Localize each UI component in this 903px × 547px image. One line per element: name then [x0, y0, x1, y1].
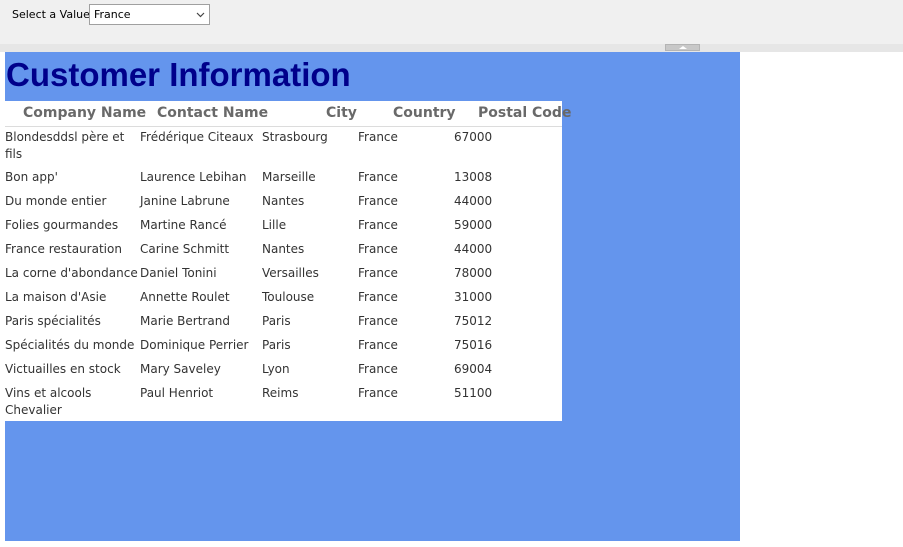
cell-contact-name: Frédérique Citeaux: [140, 130, 254, 144]
cell-company-name: Vins et alcools Chevalier: [5, 386, 92, 417]
cell-postal-code: 69004: [454, 362, 493, 376]
cell-contact-name: Marie Bertrand: [140, 314, 230, 328]
cell-postal-code: 75016: [454, 338, 493, 352]
parameter-bar: Select a Value France: [0, 0, 903, 44]
cell-city: Paris: [262, 314, 291, 328]
cell-city: Paris: [262, 338, 291, 352]
cell-city: Strasbourg: [262, 130, 328, 144]
column-header-country[interactable]: Country: [393, 105, 456, 121]
cell-country: France: [358, 314, 398, 328]
collapse-parameters-button[interactable]: [665, 44, 700, 51]
cell-city: Lyon: [262, 362, 290, 376]
header-divider: [5, 126, 562, 127]
cell-postal-code: 67000: [454, 130, 493, 144]
cell-company-name: Blondesddsl père et fils: [5, 130, 125, 161]
report-body: Customer Information Company Name Contac…: [5, 52, 740, 541]
cell-city: Marseille: [262, 170, 316, 184]
cell-company-name: La maison d'Asie: [5, 290, 107, 304]
cell-country: France: [358, 362, 398, 376]
cell-country: France: [358, 266, 398, 280]
cell-contact-name: Annette Roulet: [140, 290, 230, 304]
cell-country: France: [358, 242, 398, 256]
cell-country: France: [358, 218, 398, 232]
cell-city: Nantes: [262, 194, 305, 208]
cell-company-name: France restauration: [5, 242, 122, 256]
cell-contact-name: Daniel Tonini: [140, 266, 217, 280]
cell-contact-name: Paul Henriot: [140, 386, 214, 400]
country-select-value: France: [94, 8, 131, 21]
cell-city: Versailles: [262, 266, 319, 280]
cell-contact-name: Janine Labrune: [140, 194, 230, 208]
cell-company-name: Spécialités du monde: [5, 338, 135, 352]
cell-contact-name: Carine Schmitt: [140, 242, 230, 256]
collapse-up-icon: [679, 46, 687, 49]
customer-table: Company Name Contact Name City Country P…: [5, 101, 571, 421]
cell-country: France: [358, 194, 398, 208]
cell-postal-code: 78000: [454, 266, 493, 280]
chevron-down-icon: [196, 12, 205, 18]
cell-country: France: [358, 386, 398, 400]
cell-postal-code: 75012: [454, 314, 493, 328]
cell-city: Toulouse: [262, 290, 315, 304]
column-header-contact-name[interactable]: Contact Name: [157, 105, 268, 121]
parameter-label: Select a Value: [12, 8, 90, 21]
cell-contact-name: Laurence Lebihan: [140, 170, 247, 184]
cell-company-name: Victuailles en stock: [5, 362, 121, 376]
parameter-splitter: [0, 44, 903, 52]
cell-postal-code: 51100: [454, 386, 493, 400]
cell-postal-code: 31000: [454, 290, 493, 304]
column-header-postal-code[interactable]: Postal Code: [478, 105, 571, 121]
cell-postal-code: 44000: [454, 242, 493, 256]
cell-company-name: Paris spécialités: [5, 314, 101, 328]
cell-company-name: Bon app': [5, 170, 58, 184]
cell-country: France: [358, 338, 398, 352]
cell-postal-code: 59000: [454, 218, 493, 232]
cell-city: Lille: [262, 218, 287, 232]
column-header-company-name[interactable]: Company Name: [23, 105, 146, 121]
cell-contact-name: Mary Saveley: [140, 362, 221, 376]
cell-country: France: [358, 290, 398, 304]
cell-company-name: Du monde entier: [5, 194, 107, 208]
report-viewer: Select a Value France Customer Informati…: [0, 0, 903, 547]
cell-company-name: Folies gourmandes: [5, 218, 119, 232]
cell-company-name: La corne d'abondance: [5, 266, 138, 280]
cell-contact-name: Martine Rancé: [140, 218, 227, 232]
cell-postal-code: 44000: [454, 194, 493, 208]
cell-postal-code: 13008: [454, 170, 493, 184]
country-select[interactable]: France: [89, 4, 210, 25]
cell-contact-name: Dominique Perrier: [140, 338, 249, 352]
cell-country: France: [358, 170, 398, 184]
cell-city: Nantes: [262, 242, 305, 256]
report-title: Customer Information: [6, 56, 351, 93]
cell-city: Reims: [262, 386, 299, 400]
column-header-city[interactable]: City: [326, 105, 357, 121]
cell-country: France: [358, 130, 398, 144]
